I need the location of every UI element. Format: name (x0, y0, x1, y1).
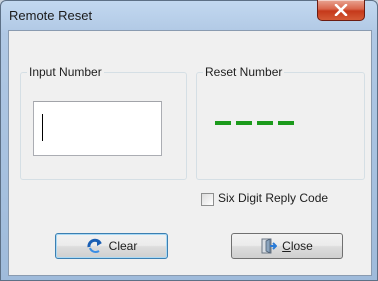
text-caret (42, 114, 43, 141)
six-digit-checkbox[interactable] (201, 193, 214, 206)
reset-number-group: Reset Number (196, 65, 365, 180)
six-digit-checkbox-label[interactable]: Six Digit Reply Code (218, 191, 328, 205)
close-button-label: Close (282, 239, 313, 253)
code-digit-placeholder (236, 121, 252, 125)
window-title: Remote Reset (9, 8, 93, 23)
close-button[interactable]: Close (231, 233, 343, 259)
clear-button-label: Clear (108, 239, 138, 253)
clear-button[interactable]: Clear (55, 233, 168, 259)
exit-door-icon (261, 238, 278, 254)
code-digit-placeholder (257, 121, 273, 125)
code-digit-placeholder (215, 121, 231, 125)
window-close-button[interactable] (317, 0, 365, 21)
input-number-field[interactable] (33, 101, 162, 156)
refresh-icon (87, 238, 102, 254)
close-x-icon (334, 4, 348, 16)
input-number-label: Input Number (27, 65, 104, 79)
code-digit-placeholder (278, 121, 294, 125)
remote-reset-window: Remote Reset Input Number Reset Number S… (0, 0, 378, 281)
reset-number-label: Reset Number (203, 65, 285, 79)
dialog-body: Input Number Reset Number Six Digit Repl… (8, 30, 372, 276)
